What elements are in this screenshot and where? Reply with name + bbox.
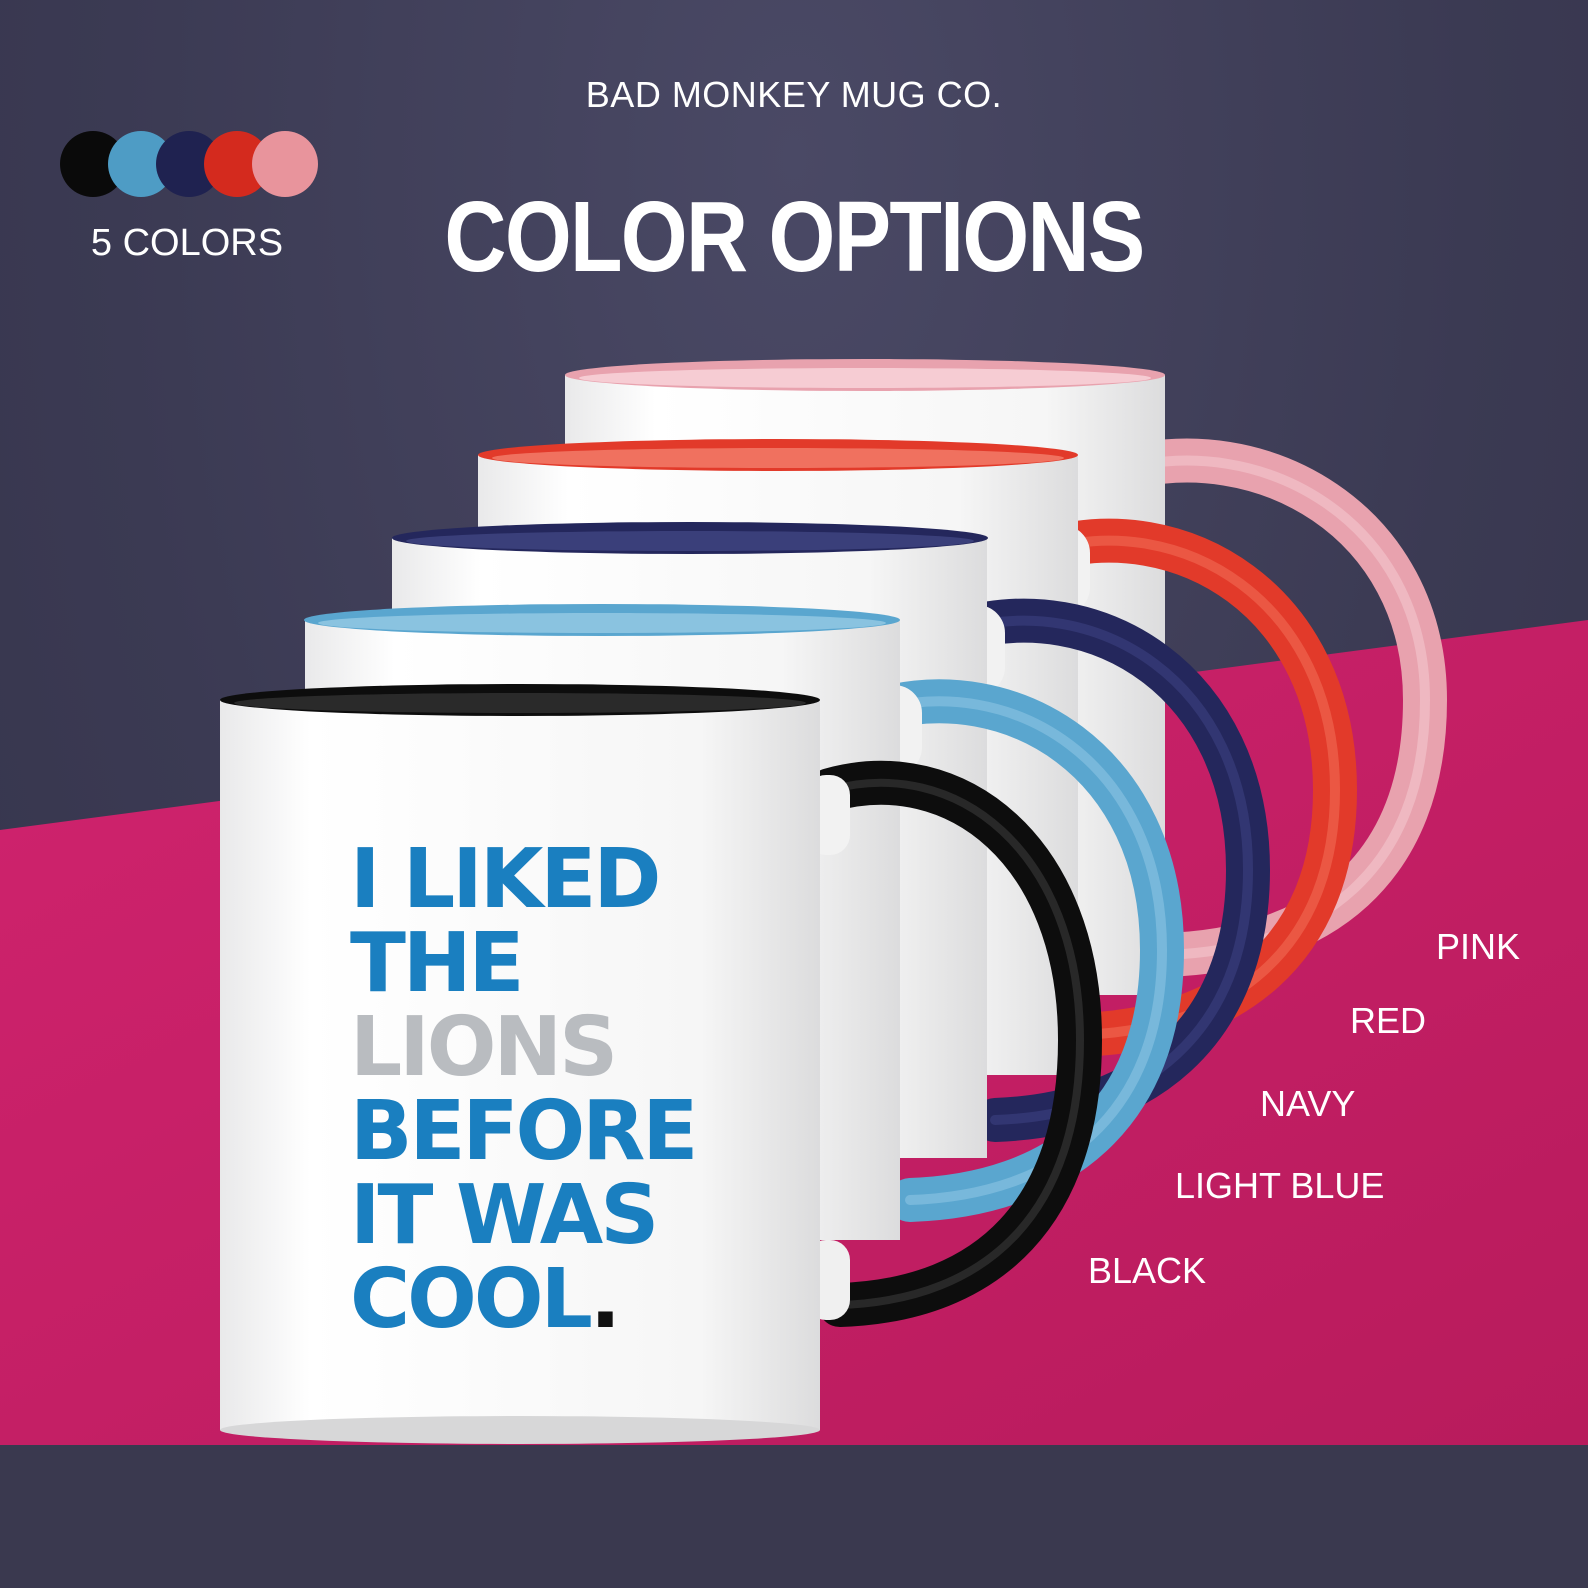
product-image: BAD MONKEY MUG CO. COLOR OPTIONS 5 COLOR… <box>0 0 1588 1588</box>
mugs-illustration <box>220 359 1448 1444</box>
label-red: RED <box>1350 1000 1427 1041</box>
label-navy: NAVY <box>1260 1083 1356 1124</box>
mug-line-6: COOL <box>350 1252 593 1347</box>
mug-line-6-wrap: COOL. <box>350 1258 770 1342</box>
mug-line-5: IT WAS <box>350 1168 659 1263</box>
label-black: BLACK <box>1088 1250 1207 1291</box>
mug-period: . <box>589 1252 621 1347</box>
mug-line-2: THE <box>350 916 525 1011</box>
mug-line-4: BEFORE <box>350 1084 698 1179</box>
mug-line-1: I LIKED <box>350 832 661 927</box>
mug-line-3: LIONS <box>350 1000 618 1095</box>
mug-print: I LIKED THE LIONS BEFORE IT WAS COOL. <box>350 838 770 1342</box>
label-pink: PINK <box>1436 926 1521 967</box>
label-light-blue: LIGHT BLUE <box>1175 1165 1385 1206</box>
